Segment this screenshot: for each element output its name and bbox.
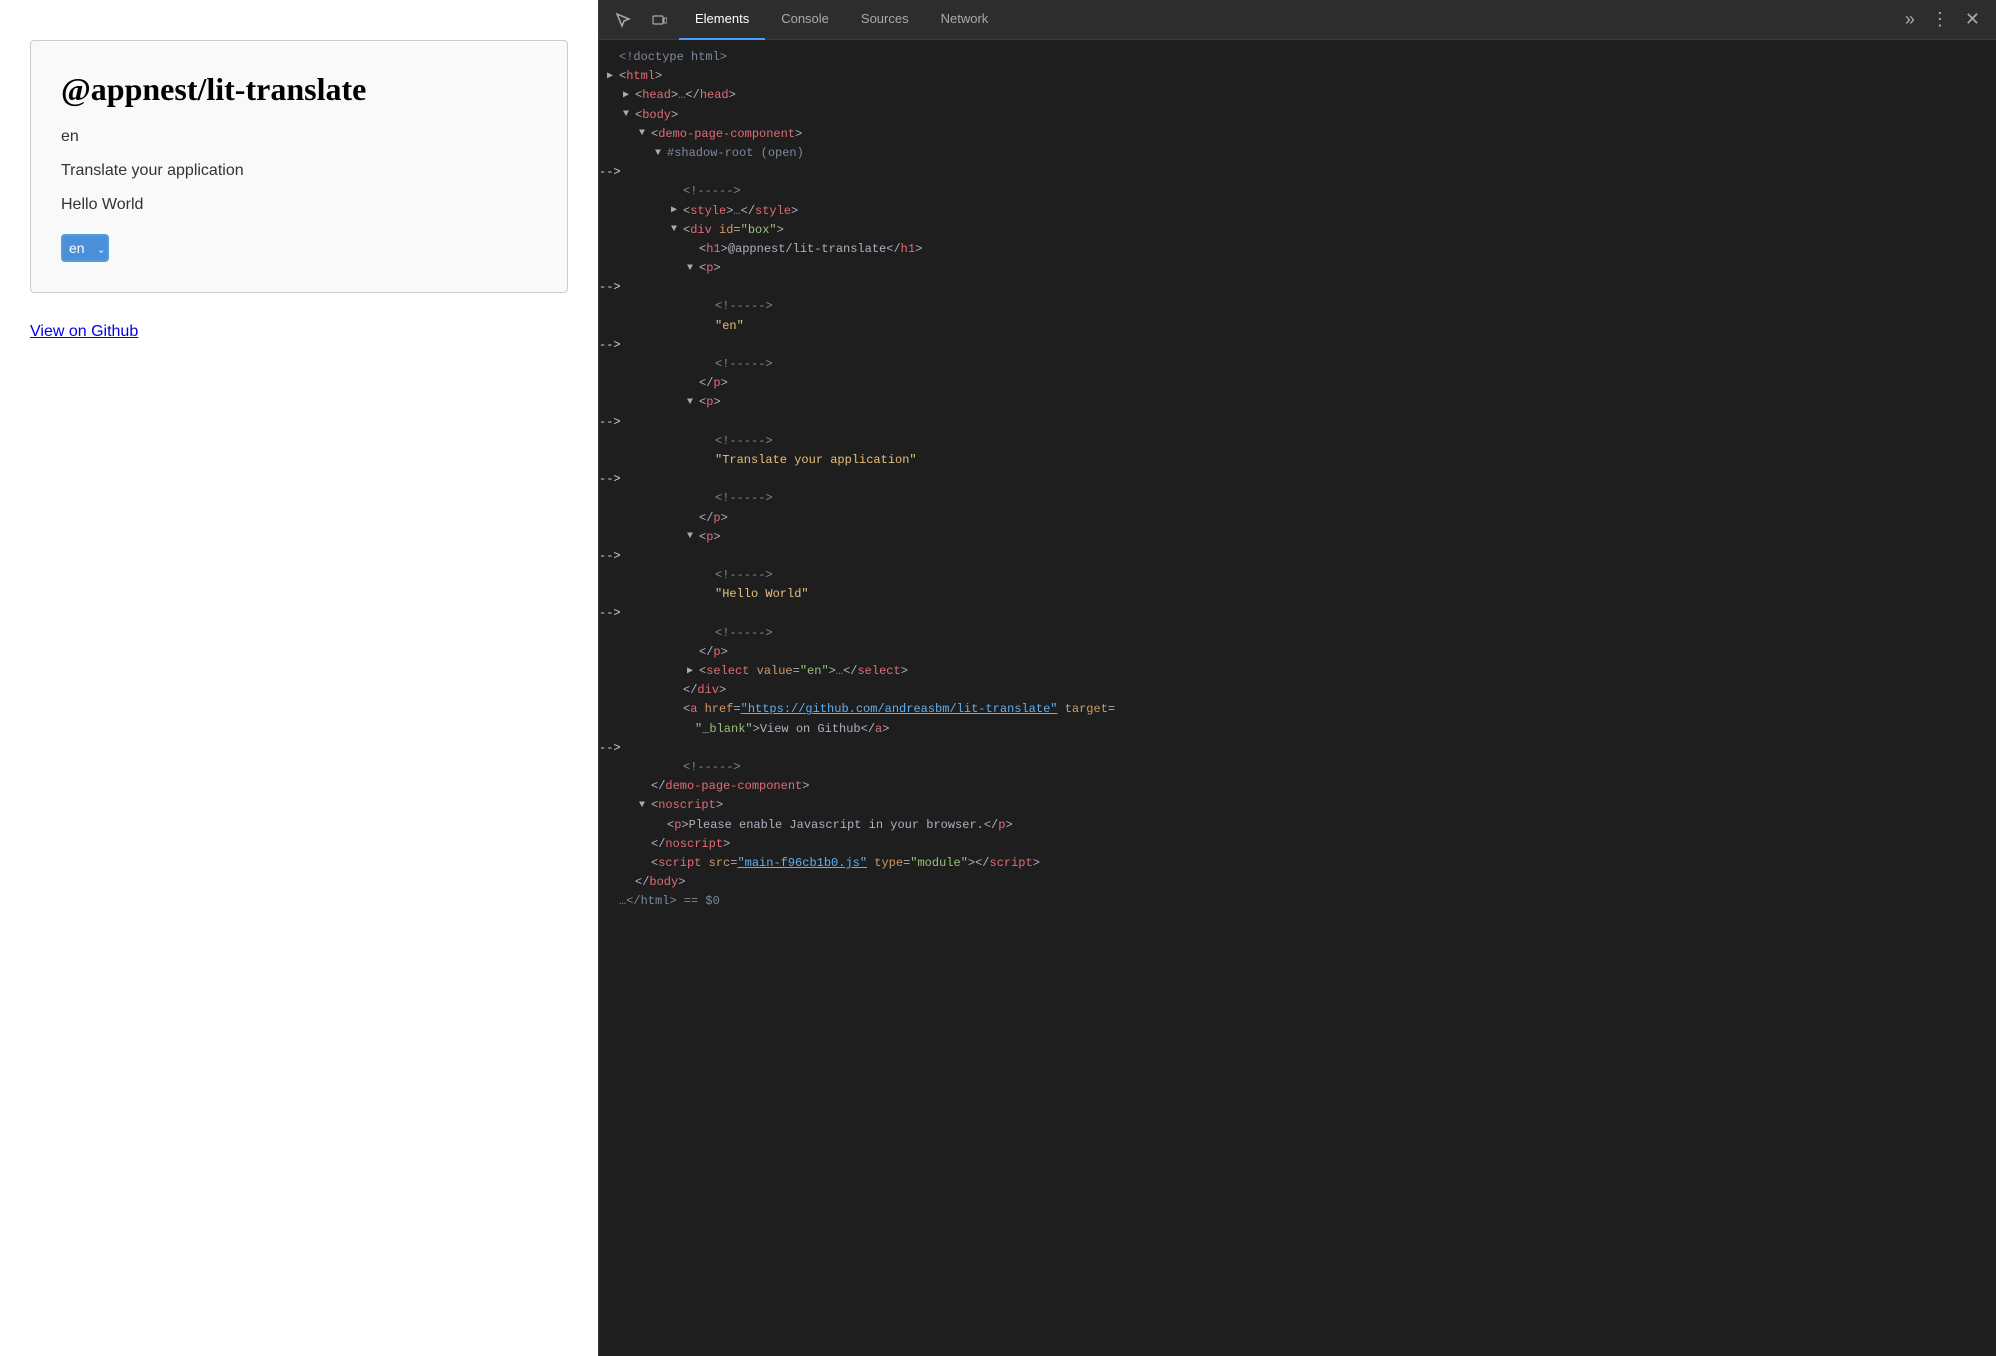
code-line: <noscript> [599,796,1996,815]
devtools-content: <!doctype html> <html> <head>…</head> <b… [599,40,1996,1356]
toggle-arrow[interactable] [687,664,699,680]
devtools-panel: Elements Console Sources Network » ⋮ ✕ <… [598,0,1996,1356]
code-line: "_blank">View on Github</a> [599,720,1996,739]
inspect-element-button[interactable] [607,4,639,36]
code-line: <!-----> [599,489,1996,508]
toggle-arrow[interactable] [687,529,699,545]
github-link[interactable]: View on Github [30,323,138,340]
code-line: …</html> == $0 [599,892,1996,911]
code-line: <p>Please enable Javascript in your brow… [599,816,1996,835]
toggle-arrow[interactable] [607,69,619,85]
toggle-arrow[interactable] [687,395,699,411]
code-line: <html> [599,67,1996,86]
code-line: <h1>@appnest/lit-translate</h1> [599,240,1996,259]
tab-console[interactable]: Console [765,0,845,40]
toggle-arrow[interactable] [671,222,683,238]
code-line: <!-----> [599,297,1996,316]
lang-select[interactable]: en es fr de [61,234,109,262]
code-line: <a href="https://github.com/andreasbm/li… [599,700,1996,719]
code-line: <p> [599,259,1996,278]
demo-title: @appnest/lit-translate [61,71,537,108]
code-line: </body> [599,873,1996,892]
toggle-arrow[interactable] [623,107,635,123]
code-line: <head>…</head> [599,86,1996,105]
code-line: <!doctype html> [599,48,1996,67]
code-line: <style>…</style> [599,202,1996,221]
code-line: <!-----> [599,182,1996,201]
demo-translate-text: Translate your application [61,162,537,180]
toggle-arrow[interactable] [639,798,651,814]
code-line: <!-----> [599,566,1996,585]
demo-hello: Hello World [61,196,537,214]
toggle-arrow[interactable] [671,203,683,219]
code-line: </demo-page-component> [599,777,1996,796]
code-line: <demo-page-component> [599,125,1996,144]
devtools-menu-button[interactable]: ⋮ [1923,9,1957,30]
code-line: </p> [599,643,1996,662]
code-line: "Hello World" [599,585,1996,604]
code-line: #shadow-root (open) [599,144,1996,163]
code-line: <!-----> [599,624,1996,643]
toggle-arrow[interactable] [687,261,699,277]
code-line: <p> [599,393,1996,412]
more-tabs-button[interactable]: » [1897,9,1923,30]
browser-preview: @appnest/lit-translate en Translate your… [0,0,598,1356]
devtools-tabs: Elements Console Sources Network [679,0,1897,40]
code-line: <!-----> [599,432,1996,451]
code-line: <body> [599,106,1996,125]
tab-network[interactable]: Network [925,0,1005,40]
code-line: <div id="box" > [599,221,1996,240]
code-line: <!-----> [599,758,1996,777]
code-line: </div> [599,681,1996,700]
demo-box: @appnest/lit-translate en Translate your… [30,40,568,293]
code-line: </p> [599,509,1996,528]
lang-select-wrapper[interactable]: en es fr de [61,234,109,262]
code-line: "Translate your application" [599,451,1996,470]
tab-sources[interactable]: Sources [845,0,925,40]
devtools-toolbar: Elements Console Sources Network » ⋮ ✕ [599,0,1996,40]
code-line: </noscript> [599,835,1996,854]
toggle-arrow[interactable] [623,88,635,104]
demo-lang: en [61,128,537,146]
code-line: "en" [599,317,1996,336]
code-line: <script src="main-f96cb1b0.js" type="mod… [599,854,1996,873]
device-toggle-button[interactable] [643,4,675,36]
code-line: <select value="en" >…</select> [599,662,1996,681]
code-line: </p> [599,374,1996,393]
toggle-arrow[interactable] [639,126,651,142]
code-line: <!-----> [599,355,1996,374]
tab-elements[interactable]: Elements [679,0,765,40]
code-line: <p> [599,528,1996,547]
devtools-close-button[interactable]: ✕ [1957,9,1988,30]
toggle-arrow[interactable] [655,146,667,162]
